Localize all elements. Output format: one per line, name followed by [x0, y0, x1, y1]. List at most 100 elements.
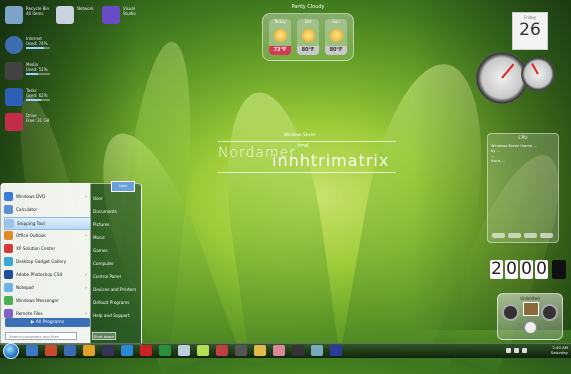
taskbar-app-button[interactable]: [330, 345, 342, 356]
chevron-right-icon: ›: [85, 310, 87, 317]
chevron-right-icon: ›: [85, 284, 87, 291]
start-item-windows-dvd[interactable]: Windows DVD ›: [4, 191, 89, 202]
dvd-icon: [4, 192, 13, 201]
start-item-calculator[interactable]: Calculator: [4, 204, 89, 215]
start-item-photoshop[interactable]: Adobe Photoshop CS4 ›: [4, 269, 89, 280]
remote-icon: [4, 309, 13, 318]
recycle-bin-icon: [5, 6, 23, 24]
chevron-right-icon: ›: [85, 193, 87, 200]
weather-title: Partly Cloudy: [291, 4, 325, 10]
desktop-icon-media[interactable]: Media Used: 51%: [5, 62, 50, 80]
start-link-help[interactable]: Help and Support: [93, 313, 130, 318]
drive-icon: [5, 113, 23, 131]
speaker-icon: [502, 304, 519, 321]
taskbar: 2:40 AM Saturday: [0, 343, 571, 359]
taskbar-clock[interactable]: 2:40 AM Saturday: [551, 345, 568, 355]
taskbar-app-button[interactable]: [159, 345, 171, 356]
chevron-right-icon: ›: [85, 232, 87, 239]
messenger-icon: [4, 296, 13, 305]
cpu-gauge: [476, 52, 528, 104]
taskbar-app-button[interactable]: [102, 345, 114, 356]
network-tray-icon[interactable]: [506, 348, 511, 353]
taskbar-app-button[interactable]: [178, 345, 190, 356]
desktop-icon-network[interactable]: Network: [56, 6, 101, 24]
panel-button[interactable]: [492, 233, 505, 238]
start-item-messenger[interactable]: Windows Messenger: [4, 295, 89, 306]
start-link-user[interactable]: User: [93, 196, 103, 201]
desktop-icon-tasks[interactable]: Tasks Used: 62%: [5, 88, 50, 106]
calendar-gadget[interactable]: Friday 26: [512, 12, 548, 50]
memory-gauge: [521, 57, 555, 91]
taskbar-app-button[interactable]: [235, 345, 247, 356]
gauge-needle: [501, 63, 515, 79]
start-link-devices[interactable]: Devices and Printers: [93, 287, 136, 292]
mail-icon: [4, 231, 13, 240]
start-link-music[interactable]: Music: [93, 235, 105, 240]
taskbar-app-button[interactable]: [273, 345, 285, 356]
scissors-icon: [5, 219, 14, 228]
speaker-icon: [541, 304, 558, 321]
panel-button[interactable]: [540, 233, 553, 238]
taskbar-app-button[interactable]: [197, 345, 209, 356]
weather-day-today: Today 73°F: [269, 19, 291, 55]
weather-day-sat: Sat 80°F: [297, 19, 319, 55]
play-button[interactable]: [524, 321, 537, 334]
start-item-gadget-gallery[interactable]: Desktop Gadget Gallery: [4, 256, 89, 267]
start-link-pictures[interactable]: Pictures: [93, 222, 110, 227]
flag-tray-icon[interactable]: [522, 348, 527, 353]
start-link-computer[interactable]: Computer: [93, 261, 114, 266]
start-link-control-panel[interactable]: Control Panel: [93, 274, 121, 279]
user-avatar[interactable]: User: [111, 181, 135, 192]
clock-side-panel: [552, 260, 566, 279]
gadget-icon: [4, 257, 13, 266]
taskbar-app-button[interactable]: [292, 345, 304, 356]
media-player-gadget[interactable]: Unlimited: [497, 293, 563, 340]
start-item-outlook[interactable]: Office Outlook ›: [4, 230, 89, 241]
panel-button[interactable]: [524, 233, 537, 238]
all-programs-button[interactable]: ▶ All Programs: [5, 318, 90, 327]
taskbar-app-button[interactable]: [26, 345, 38, 356]
calculator-icon: [4, 205, 13, 214]
desktop-icon-visual-studio[interactable]: Visual Studio: [102, 6, 147, 24]
taskbar-app-button[interactable]: [216, 345, 228, 356]
album-art: [523, 302, 539, 316]
visual-studio-icon: [102, 6, 120, 24]
network-icon: [56, 6, 74, 24]
taskbar-app-button[interactable]: [140, 345, 152, 356]
start-search-input[interactable]: Search programs and files: [5, 332, 77, 340]
music-icon: [5, 62, 23, 80]
start-menu: User Windows DVD › Calculator Snipping To…: [0, 181, 142, 345]
weather-day-sun: Sun 80°F: [325, 19, 347, 55]
flip-clock-gadget: 2 0 0 0: [490, 260, 566, 279]
start-item-xp-solution[interactable]: XP Solution Center: [4, 243, 89, 254]
desktop-icon-internet[interactable]: Internet Used: 74%: [5, 36, 50, 54]
sun-icon: [273, 29, 287, 42]
info-gadget[interactable]: CPU Windows Seven theme ... by ... ... I…: [487, 133, 559, 243]
taskbar-app-button[interactable]: [83, 345, 95, 356]
taskbar-app-button[interactable]: [64, 345, 76, 356]
volume-tray-icon[interactable]: [514, 348, 519, 353]
shutdown-button[interactable]: Shut down: [92, 332, 116, 340]
start-link-default-programs[interactable]: Default Programs: [93, 300, 129, 305]
taskbar-app-button[interactable]: [311, 345, 323, 356]
photoshop-icon: [4, 270, 13, 279]
weather-gadget[interactable]: Partly Cloudy Today 73°F Sat 80°F Sun 80…: [262, 4, 354, 61]
start-link-documents[interactable]: Documents: [93, 209, 117, 214]
sun-icon: [301, 29, 315, 42]
solution-icon: [4, 244, 13, 253]
panel-button[interactable]: [508, 233, 521, 238]
browser-icon: [5, 36, 23, 54]
desktop-icon-recycle-bin[interactable]: Recycle Bin 46 items: [5, 6, 50, 24]
start-item-notepad[interactable]: Notepad ›: [4, 282, 89, 293]
taskbar-app-button[interactable]: [45, 345, 57, 356]
chevron-right-icon: ›: [85, 271, 87, 278]
start-item-snipping-tool[interactable]: Snipping Tool: [4, 217, 91, 230]
desktop-watermark: Windows Seven Nordamer tmd innhtrimatrix: [218, 132, 396, 173]
taskbar-app-button[interactable]: [121, 345, 133, 356]
notepad-icon: [4, 283, 13, 292]
taskbar-app-button[interactable]: [254, 345, 266, 356]
start-link-games[interactable]: Games: [93, 248, 108, 253]
desktop-icon-drive[interactable]: Drive Free: 31 GB: [5, 113, 50, 131]
gauge-needle: [531, 63, 539, 75]
checkbox-icon: [5, 88, 23, 106]
